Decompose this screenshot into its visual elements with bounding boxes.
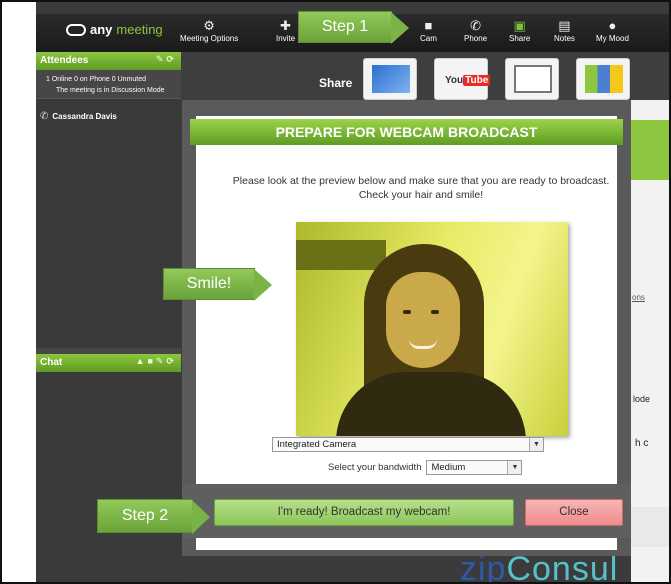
nav-notes[interactable]: ▤ Notes [554,18,575,43]
chat-title: Chat [40,357,63,368]
share-youtube-tile[interactable]: You Tube [434,58,491,100]
chevron-down-icon: ▼ [507,461,522,474]
phone-icon: ✆ [40,111,49,122]
share-bar: Share You Tube [181,52,669,100]
nav-meeting-options[interactable]: ⚙ Meeting Options [180,18,238,43]
nav-invite[interactable]: ✚ Invite [276,18,295,43]
bar-chart-icon [585,65,623,93]
meeting-mode-text: The meeting is in Discussion Mode [56,87,165,94]
step-1-callout: Step 1 [298,11,409,44]
nav-my-mood[interactable]: ● My Mood [596,18,629,43]
chevron-down-icon: ▼ [529,438,543,451]
youtube-icon: You Tube [445,75,491,86]
attendee-tools[interactable]: ✎⟳ [156,54,177,65]
close-button[interactable]: Close [525,499,623,526]
share-chart-tile[interactable] [576,58,630,100]
camera-select[interactable]: Integrated Camera ▼ [272,437,544,452]
camera-icon: ■ [424,18,433,33]
anymeeting-app: any meeting ⚙ Meeting Options ✚ Invite ■ … [36,2,669,582]
notes-icon: ▤ [558,18,571,33]
nav-cam[interactable]: ■ Cam [420,18,437,43]
broadcast-webcam-button[interactable]: I'm ready! Broadcast my webcam! [214,499,514,526]
people-settings-icon: ⚙ [203,18,215,33]
share-screen-tile[interactable] [363,58,417,100]
attendee-row[interactable]: ✆ Cassandra Davis [36,99,181,122]
smile-callout: Smile! [163,268,272,301]
webcam-preview [296,222,568,436]
share-label: Share [319,76,353,90]
attendee-name: Cassandra Davis [52,112,117,121]
bandwidth-select[interactable]: Medium ▼ [426,460,523,475]
step-2-callout: Step 2 [97,499,210,534]
bandwidth-row: Select your bandwidth Medium ▼ [328,460,523,475]
chat-tools[interactable]: ▲■✎⟳ [136,356,177,367]
share-presentation-tile[interactable] [505,58,559,100]
bandwidth-label: Select your bandwidth [328,462,422,473]
dialog-instructions: Please look at the preview below and mak… [232,175,610,201]
attendee-list: ✆ Cassandra Davis [36,98,181,348]
monitor-icon [372,65,410,93]
attendees-header: Attendees ✎⟳ [36,52,181,70]
person-icon: ● [608,18,617,33]
nav-share[interactable]: ▣ Share [509,18,530,43]
chat-header: Chat ▲■✎⟳ [36,354,181,372]
nav-phone[interactable]: ✆ Phone [464,18,487,43]
background-link[interactable]: ons [632,293,645,302]
screenshot-frame: any meeting ⚙ Meeting Options ✚ Invite ■ … [0,0,671,584]
anymeeting-logo: any meeting [66,22,163,37]
logo-text-meeting: meeting [116,22,163,37]
logo-icon [66,23,86,36]
background-mode-text: lode [633,394,651,404]
attendees-title: Attendees [40,55,89,66]
chat-panel: Chat ▲■✎⟳ [36,354,181,582]
chat-body [36,372,181,582]
dialog-title: PREPARE FOR WEBCAM BROADCAST [190,119,623,145]
webcam-broadcast-dialog: Please look at the preview below and mak… [182,100,631,556]
phone-icon: ✆ [470,18,482,33]
dialog-button-row: I'm ready! Broadcast my webcam! Close [182,484,631,538]
add-person-icon: ✚ [280,18,292,33]
logo-text: any [90,22,113,37]
background-band [631,507,669,547]
background-green-block [631,120,669,180]
monitor-icon: ▣ [513,18,526,33]
presentation-icon [514,65,552,93]
attendee-status: 1 Online 0 on Phone 0 Unmuted [46,76,147,83]
background-text: h c [635,438,649,449]
